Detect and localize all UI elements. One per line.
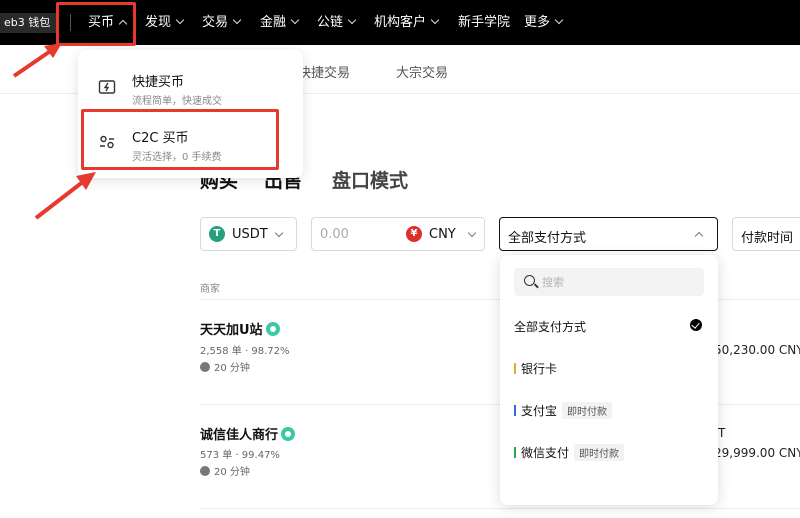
- amount-field[interactable]: 0.00 ¥ CNY: [311, 217, 485, 251]
- payment-color-bar: [514, 363, 516, 374]
- clock-icon: [200, 466, 210, 476]
- coin-select-value: USDT: [232, 227, 268, 242]
- payment-option-label: 微信支付: [521, 446, 570, 460]
- verified-badge-icon: [281, 427, 296, 441]
- column-header-merchant: 商家: [200, 284, 220, 295]
- merchant-name: 天天加U站: [200, 323, 263, 338]
- check-icon: [690, 319, 702, 331]
- chevron-up-icon: [694, 231, 704, 241]
- payment-method-dropdown: 全部支付方式 银行卡 支付宝即时付款 微信支付即时付款: [500, 255, 718, 505]
- merchant-name-link[interactable]: 天天加U站: [200, 319, 280, 338]
- row-divider: [200, 508, 800, 509]
- chevron-down-icon: [274, 228, 284, 238]
- merchant-name-link[interactable]: 诚信佳人商行: [200, 424, 296, 443]
- annotation-arrow-line: [12, 48, 54, 78]
- instant-pay-tag: 即时付款: [562, 402, 613, 419]
- usdt-icon: T: [209, 226, 225, 242]
- annotation-arrow-line: [34, 179, 86, 220]
- payment-option-label: 全部支付方式: [514, 320, 587, 334]
- merchant-stats: 573 单 · 99.47%: [200, 450, 280, 461]
- merchant-stats: 2,558 单 · 98.72%: [200, 346, 290, 357]
- payment-time: 20 分钟: [200, 463, 250, 478]
- payment-color-bar: [514, 405, 516, 416]
- payment-color-bar: [514, 447, 516, 458]
- payment-method-select[interactable]: 全部支付方式: [499, 217, 718, 251]
- search-icon: [524, 275, 535, 286]
- available-unit: T: [718, 426, 726, 440]
- instant-pay-tag: 即时付款: [574, 444, 625, 461]
- payment-method-value: 全部支付方式: [508, 231, 587, 246]
- payment-time-value: 20 分钟: [214, 363, 250, 374]
- payment-time-value: 20 分钟: [214, 467, 250, 478]
- amount-placeholder: 0.00: [320, 227, 349, 242]
- payment-option-label: 支付宝: [521, 404, 558, 418]
- sort-select-value: 付款时间: [741, 231, 794, 246]
- coin-select[interactable]: T USDT: [200, 217, 297, 251]
- payment-option-bank-card[interactable]: 银行卡: [514, 360, 557, 377]
- currency-select[interactable]: CNY: [429, 227, 456, 242]
- order-limit: 50,230.00 CNY: [714, 343, 800, 357]
- payment-time: 20 分钟: [200, 359, 250, 374]
- payment-option-alipay[interactable]: 支付宝 即时付款: [514, 402, 613, 419]
- payment-option-all[interactable]: 全部支付方式: [514, 318, 586, 335]
- order-limit: 29,999.00 CNY: [714, 446, 800, 460]
- clock-icon: [200, 362, 210, 372]
- payment-search-input[interactable]: [542, 272, 692, 292]
- cny-icon: ¥: [406, 226, 422, 242]
- verified-badge-icon: [265, 322, 280, 336]
- payment-search: [514, 268, 704, 296]
- sort-select[interactable]: 付款时间: [732, 217, 800, 251]
- merchant-name: 诚信佳人商行: [200, 428, 279, 443]
- payment-option-wechat[interactable]: 微信支付 即时付款: [514, 444, 625, 461]
- payment-option-label: 银行卡: [521, 362, 558, 376]
- chevron-down-icon: [467, 228, 477, 238]
